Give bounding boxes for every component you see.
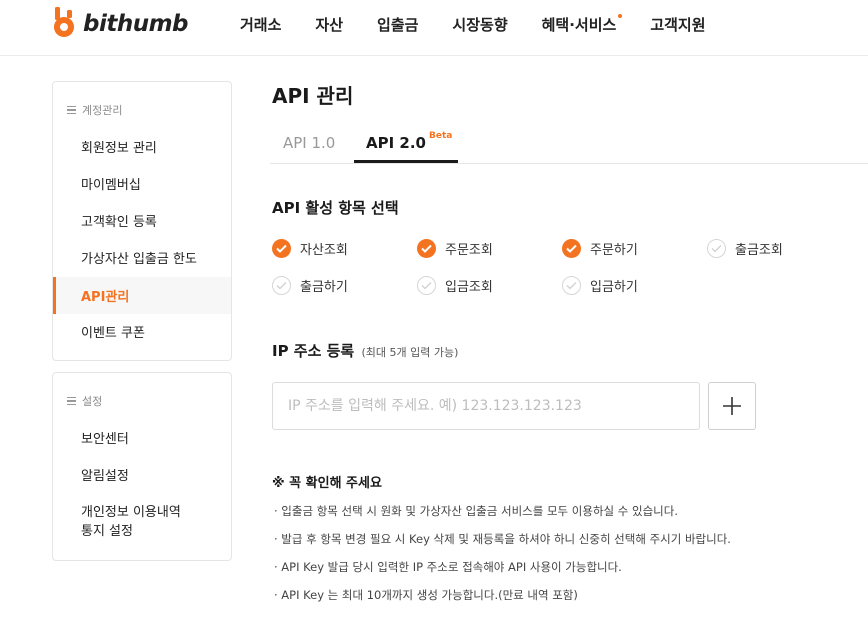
ip-section-title: IP 주소 등록 (최대 5개 입력 가능)	[272, 340, 458, 361]
sidebar-item-security-center[interactable]: 보안센터	[53, 419, 231, 456]
unchecked-circle-icon	[707, 239, 726, 258]
active-tab-indicator	[354, 160, 458, 163]
sidebar-item-member-info[interactable]: 회원정보 관리	[53, 128, 231, 165]
permission-label: 입금하기	[590, 280, 638, 295]
sidebar-group-label: 계정관리	[82, 104, 123, 117]
nav-assets[interactable]: 자산	[315, 14, 343, 35]
global-nav: 거래소 자산 입출금 시장동향 혜택·서비스 고객지원	[240, 14, 740, 35]
permission-deposit[interactable]: 입금하기	[562, 276, 638, 295]
plus-icon	[723, 397, 741, 415]
sidebar-settings-group: 설정 보안센터 알림설정 개인정보 이용내역 통지 설정	[52, 372, 232, 561]
sidebar-item-notification-settings[interactable]: 알림설정	[53, 456, 231, 493]
ip-title-text: IP 주소 등록	[272, 342, 355, 360]
notice-item: · 입출금 항목 선택 시 원화 및 가상자산 입출금 서비스를 모두 이용하실…	[274, 504, 678, 518]
permission-withdraw[interactable]: 출금하기	[272, 276, 348, 295]
nav-exchange[interactable]: 거래소	[240, 14, 281, 35]
nav-customer-support[interactable]: 고객지원	[650, 14, 705, 35]
checked-circle-icon	[417, 239, 436, 258]
sidebar-group-header: 설정	[67, 393, 102, 409]
nav-deposit-withdraw[interactable]: 입출금	[377, 14, 418, 35]
sidebar-item-label: 통지 설정	[81, 524, 133, 539]
notice-item: · 발급 후 항목 변경 필요 시 Key 삭제 및 재등록을 하셔야 하니 신…	[274, 532, 731, 546]
sidebar-account-group: 계정관리 회원정보 관리 마이멤버십 고객확인 등록 가상자산 입출금 한도 A…	[52, 81, 232, 361]
menu-lines-icon	[67, 395, 76, 408]
nav-benefits-label: 혜택·서비스	[541, 16, 617, 34]
sidebar-item-api[interactable]: API관리	[53, 277, 231, 314]
permission-label: 출금조회	[735, 243, 783, 258]
menu-lines-icon	[67, 104, 76, 117]
permission-label: 입금조회	[445, 280, 493, 295]
sidebar-group-header: 계정관리	[67, 102, 122, 118]
bithumb-logo-icon	[53, 7, 74, 37]
sidebar-item-kyc[interactable]: 고객확인 등록	[53, 202, 231, 239]
ip-limit-note: (최대 5개 입력 가능)	[361, 346, 459, 359]
unchecked-circle-icon	[417, 276, 436, 295]
permission-asset-view[interactable]: 자산조회	[272, 239, 348, 258]
notice-item: · API Key 발급 당시 입력한 IP 주소로 접속해야 API 사용이 …	[274, 560, 622, 574]
bithumb-logo[interactable]: bithumb	[50, 7, 189, 41]
tab-api-2-0[interactable]: API 2.0 Beta	[366, 131, 453, 152]
page-title: API 관리	[272, 84, 354, 108]
permission-label: 자산조회	[300, 243, 348, 258]
permission-label: 주문조회	[445, 243, 493, 258]
sidebar-item-event-coupon[interactable]: 이벤트 쿠폰	[53, 313, 231, 350]
nav-benefits-services[interactable]: 혜택·서비스	[541, 14, 623, 35]
permission-label: 출금하기	[300, 280, 348, 295]
permission-order-view[interactable]: 주문조회	[417, 239, 493, 258]
permission-deposit-view[interactable]: 입금조회	[417, 276, 493, 295]
logo-wordmark: bithumb	[83, 11, 189, 37]
permission-label: 주문하기	[590, 243, 638, 258]
notice-item: · API Key 는 최대 10개까지 생성 가능합니다.(만료 내역 포함)	[274, 588, 578, 602]
permissions-title: API 활성 항목 선택	[272, 199, 399, 217]
tab-label: API 2.0	[366, 134, 426, 152]
add-ip-button[interactable]	[708, 382, 756, 430]
top-header: bithumb 거래소 자산 입출금 시장동향 혜택·서비스 고객지원	[0, 0, 868, 56]
notice-title: ※ 꼭 확인해 주세요	[272, 476, 382, 491]
unchecked-circle-icon	[272, 276, 291, 295]
sidebar-item-withdraw-limit[interactable]: 가상자산 입출금 한도	[53, 239, 231, 276]
checked-circle-icon	[272, 239, 291, 258]
nav-market-trends[interactable]: 시장동향	[452, 14, 507, 35]
api-version-tabs: API 1.0 API 2.0 Beta	[270, 125, 868, 164]
new-dot-indicator	[618, 14, 623, 18]
sidebar-item-membership[interactable]: 마이멤버십	[53, 165, 231, 202]
permission-order-place[interactable]: 주문하기	[562, 239, 638, 258]
beta-badge: Beta	[428, 131, 453, 141]
sidebar-item-privacy-notice[interactable]: 개인정보 이용내역 통지 설정	[53, 499, 231, 545]
checked-circle-icon	[562, 239, 581, 258]
permission-withdraw-view[interactable]: 출금조회	[707, 239, 783, 258]
ip-address-input[interactable]	[272, 382, 700, 430]
tab-api-1-0[interactable]: API 1.0	[283, 134, 335, 152]
unchecked-circle-icon	[562, 276, 581, 295]
sidebar-group-label: 설정	[82, 395, 103, 408]
sidebar-item-label: 개인정보 이용내역	[81, 505, 181, 520]
